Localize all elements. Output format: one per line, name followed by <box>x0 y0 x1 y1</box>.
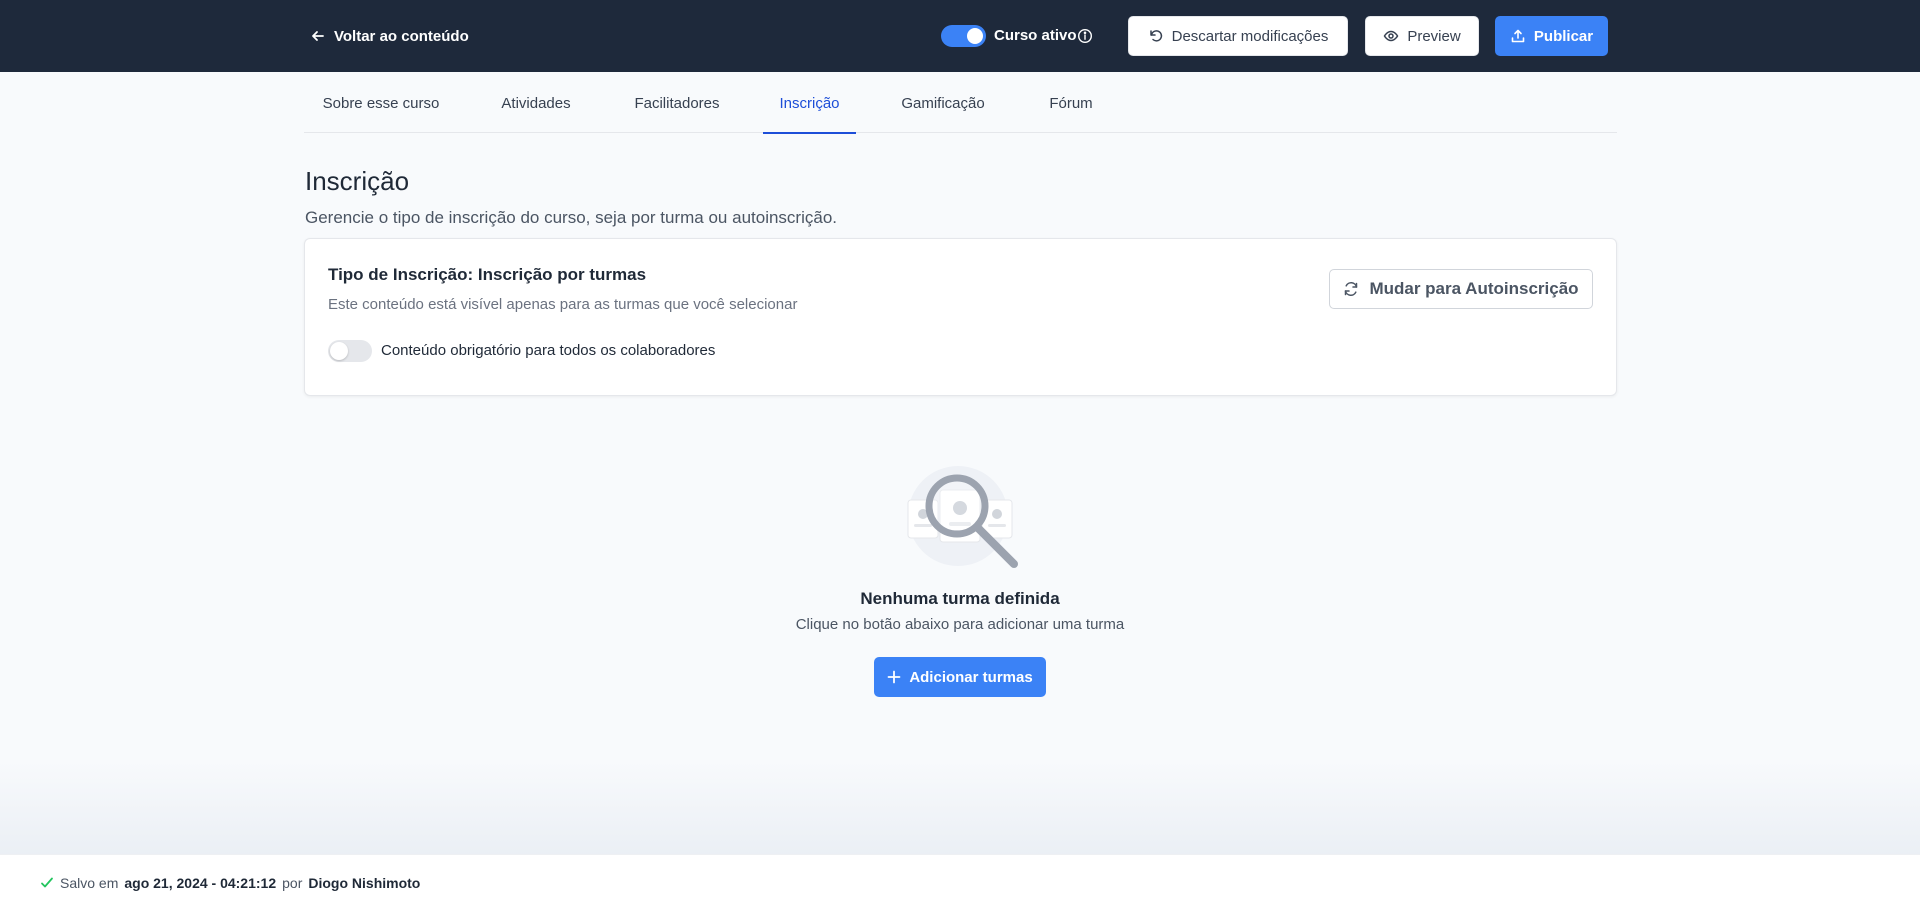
magnifier-illustration <box>907 466 1018 568</box>
page-title: Inscrição <box>305 166 410 196</box>
tab-facilitadores[interactable]: Facilitadores <box>631 72 723 133</box>
enrollment-type-description: Este conteúdo está visível apenas para a… <box>328 296 798 313</box>
refresh-icon <box>1345 281 1358 297</box>
discard-changes-button[interactable]: Descartar modificações <box>1128 16 1348 56</box>
empty-state-description: Clique no botão abaixo para adicionar um… <box>795 616 1125 633</box>
enrollment-type-card: Tipo de Inscrição: Inscrição por turmas … <box>304 238 1617 396</box>
upload-icon <box>1511 29 1525 43</box>
tab-inscricao[interactable]: Inscrição <box>763 72 856 134</box>
top-bar: Voltar ao conteúdo Curso ativo Descartar… <box>0 0 1920 72</box>
plus-icon <box>887 670 901 684</box>
tab-forum[interactable]: Fórum <box>1046 72 1096 133</box>
switch-to-self-enrollment-button[interactable]: Mudar para Autoinscrição <box>1329 269 1593 309</box>
tab-gamificacao[interactable]: Gamificação <box>898 72 988 133</box>
saved-by-prefix: por <box>282 875 303 891</box>
page-subtitle: Gerencie o tipo de inscrição do curso, s… <box>305 208 837 227</box>
enrollment-type-title: Tipo de Inscrição: Inscrição por turmas <box>328 265 647 284</box>
add-classes-button[interactable]: Adicionar turmas <box>874 657 1046 697</box>
tab-sobre-esse-curso[interactable]: Sobre esse curso <box>319 72 443 133</box>
saved-date: ago 21, 2024 - 04:21:12 <box>124 875 277 891</box>
mandatory-content-label: Conteúdo obrigatório para todos os colab… <box>381 342 716 359</box>
eye-icon <box>1383 30 1399 42</box>
publish-button[interactable]: Publicar <box>1495 16 1608 56</box>
info-icon[interactable] <box>1077 28 1093 44</box>
arrow-left-icon <box>312 31 324 41</box>
publish-label: Publicar <box>1533 27 1594 45</box>
course-active-label: Curso ativo <box>994 27 1077 44</box>
mandatory-content-toggle[interactable] <box>328 340 372 362</box>
preview-label: Preview <box>1407 27 1461 45</box>
preview-button[interactable]: Preview <box>1365 16 1479 56</box>
switch-button-label: Mudar para Autoinscrição <box>1369 279 1579 298</box>
discard-label: Descartar modificações <box>1171 27 1329 45</box>
saved-by-user: Diogo Nishimoto <box>308 875 421 891</box>
check-icon <box>41 877 53 888</box>
save-status: Salvo em ago 21, 2024 - 04:21:12 por Dio… <box>40 875 420 891</box>
undo-icon <box>1149 30 1162 42</box>
course-tabs: Sobre esse curso Atividades Facilitadore… <box>304 72 1617 134</box>
back-link-label: Voltar ao conteúdo <box>334 27 469 45</box>
back-to-content-link[interactable]: Voltar ao conteúdo <box>310 24 469 48</box>
toggle-knob <box>967 28 983 44</box>
course-active-toggle[interactable] <box>941 25 986 47</box>
empty-state-title: Nenhuma turma definida <box>860 589 1060 608</box>
footer-shade <box>0 760 1920 854</box>
saved-prefix: Salvo em <box>60 875 119 891</box>
tab-atividades[interactable]: Atividades <box>497 72 575 133</box>
save-status-footer: Salvo em ago 21, 2024 - 04:21:12 por Dio… <box>0 854 1920 911</box>
toggle-knob <box>330 342 348 360</box>
add-classes-label: Adicionar turmas <box>909 668 1033 686</box>
